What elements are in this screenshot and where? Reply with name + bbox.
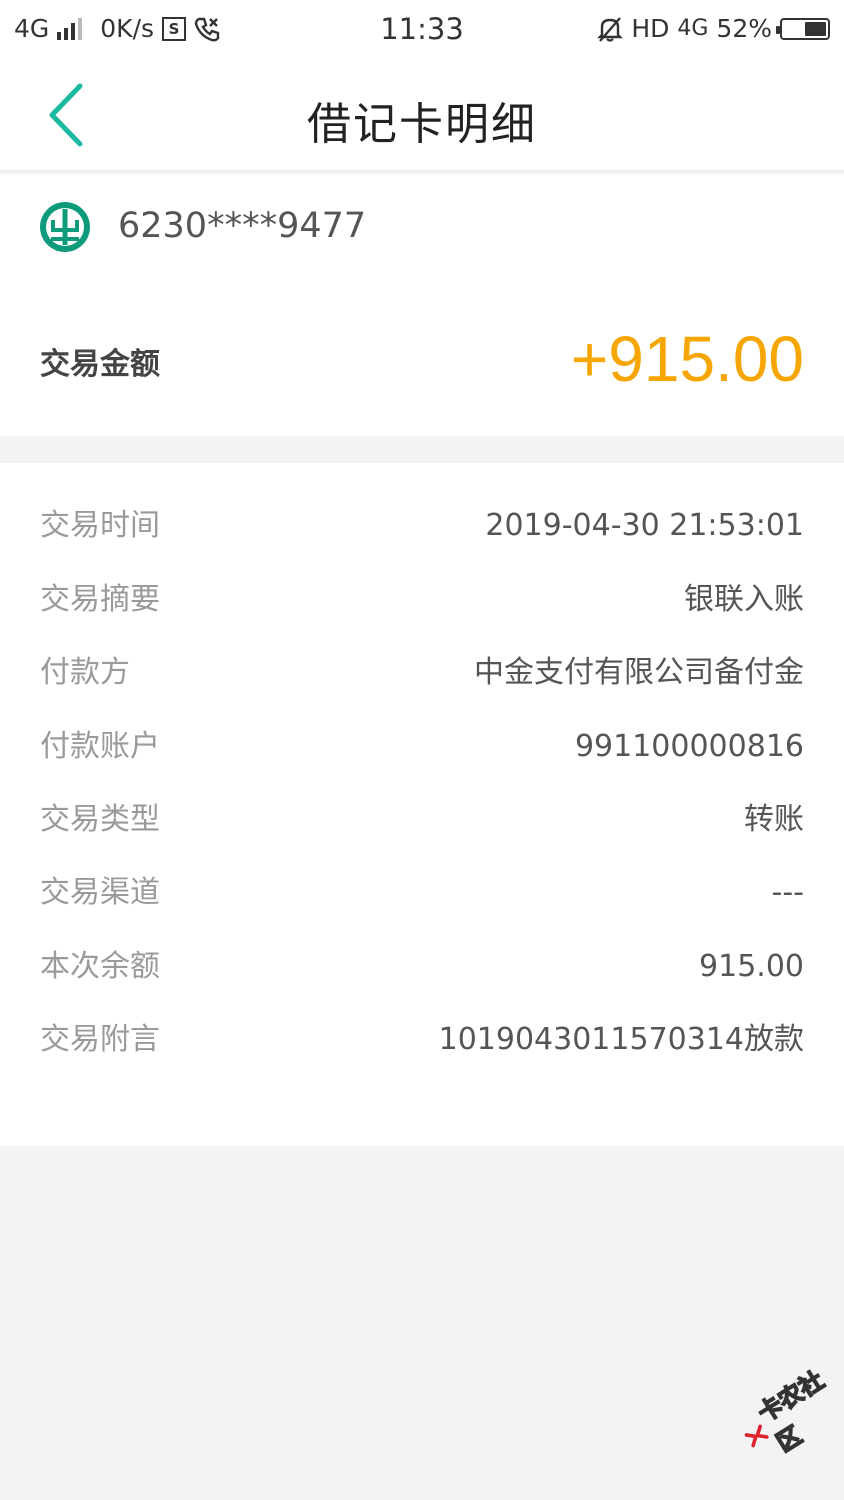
status-right: HD 4G 52% [597, 14, 830, 43]
transaction-detail-screen: 4G 0K/s S 11:33 HD 4G 52% 借记卡明细 6230****… [0, 0, 844, 1500]
detail-value: 991100000816 [574, 729, 804, 764]
detail-row-note: 交易附言 1019043011570314放款 [0, 1015, 844, 1065]
watermark: 卡农社区 [735, 1362, 844, 1463]
detail-label: 付款方 [40, 655, 130, 690]
detail-value: 中金支付有限公司备付金 [474, 655, 804, 690]
detail-label: 交易渠道 [40, 875, 160, 910]
detail-value: 银联入账 [684, 582, 804, 617]
mute-bell-icon [597, 16, 624, 42]
detail-value: 2019-04-30 21:53:01 [485, 508, 804, 543]
detail-row-payer-account: 付款账户 991100000816 [0, 722, 844, 772]
detail-row-time: 交易时间 2019-04-30 21:53:01 [0, 501, 844, 551]
card-summary: 6230****9477 交易金额 +915.00 [0, 174, 844, 436]
battery-percent: 52% [716, 14, 772, 43]
net-type-2: 4G [677, 16, 709, 41]
amount-label: 交易金额 [40, 347, 160, 382]
detail-value: 转账 [744, 802, 804, 837]
detail-row-channel: 交易渠道 --- [0, 868, 844, 918]
detail-row-payer: 付款方 中金支付有限公司备付金 [0, 648, 844, 698]
page-title: 借记卡明细 [307, 99, 537, 150]
detail-label: 交易摘要 [40, 582, 160, 617]
detail-row-balance: 本次余额 915.00 [0, 942, 844, 992]
detail-label: 交易时间 [40, 508, 160, 543]
detail-label: 本次余额 [40, 949, 160, 984]
detail-label: 交易类型 [40, 802, 160, 837]
battery-icon [776, 17, 830, 40]
bank-logo-icon [40, 202, 90, 252]
detail-label: 付款账户 [40, 729, 160, 764]
detail-row-type: 交易类型 转账 [0, 795, 844, 845]
status-bar: 4G 0K/s S 11:33 HD 4G 52% [0, 0, 844, 60]
nav-bar: 借记卡明细 [0, 60, 844, 172]
detail-value: 915.00 [699, 949, 804, 984]
hd-indicator: HD [631, 14, 670, 43]
detail-value: --- [771, 875, 804, 910]
detail-label: 交易附言 [40, 1022, 160, 1057]
detail-value: 1019043011570314放款 [438, 1022, 804, 1057]
detail-row-summary: 交易摘要 银联入账 [0, 575, 844, 625]
card-number: 6230****9477 [118, 206, 367, 246]
amount-value: +915.00 [570, 323, 804, 395]
transaction-details: 交易时间 2019-04-30 21:53:01 交易摘要 银联入账 付款方 中… [0, 463, 844, 1146]
